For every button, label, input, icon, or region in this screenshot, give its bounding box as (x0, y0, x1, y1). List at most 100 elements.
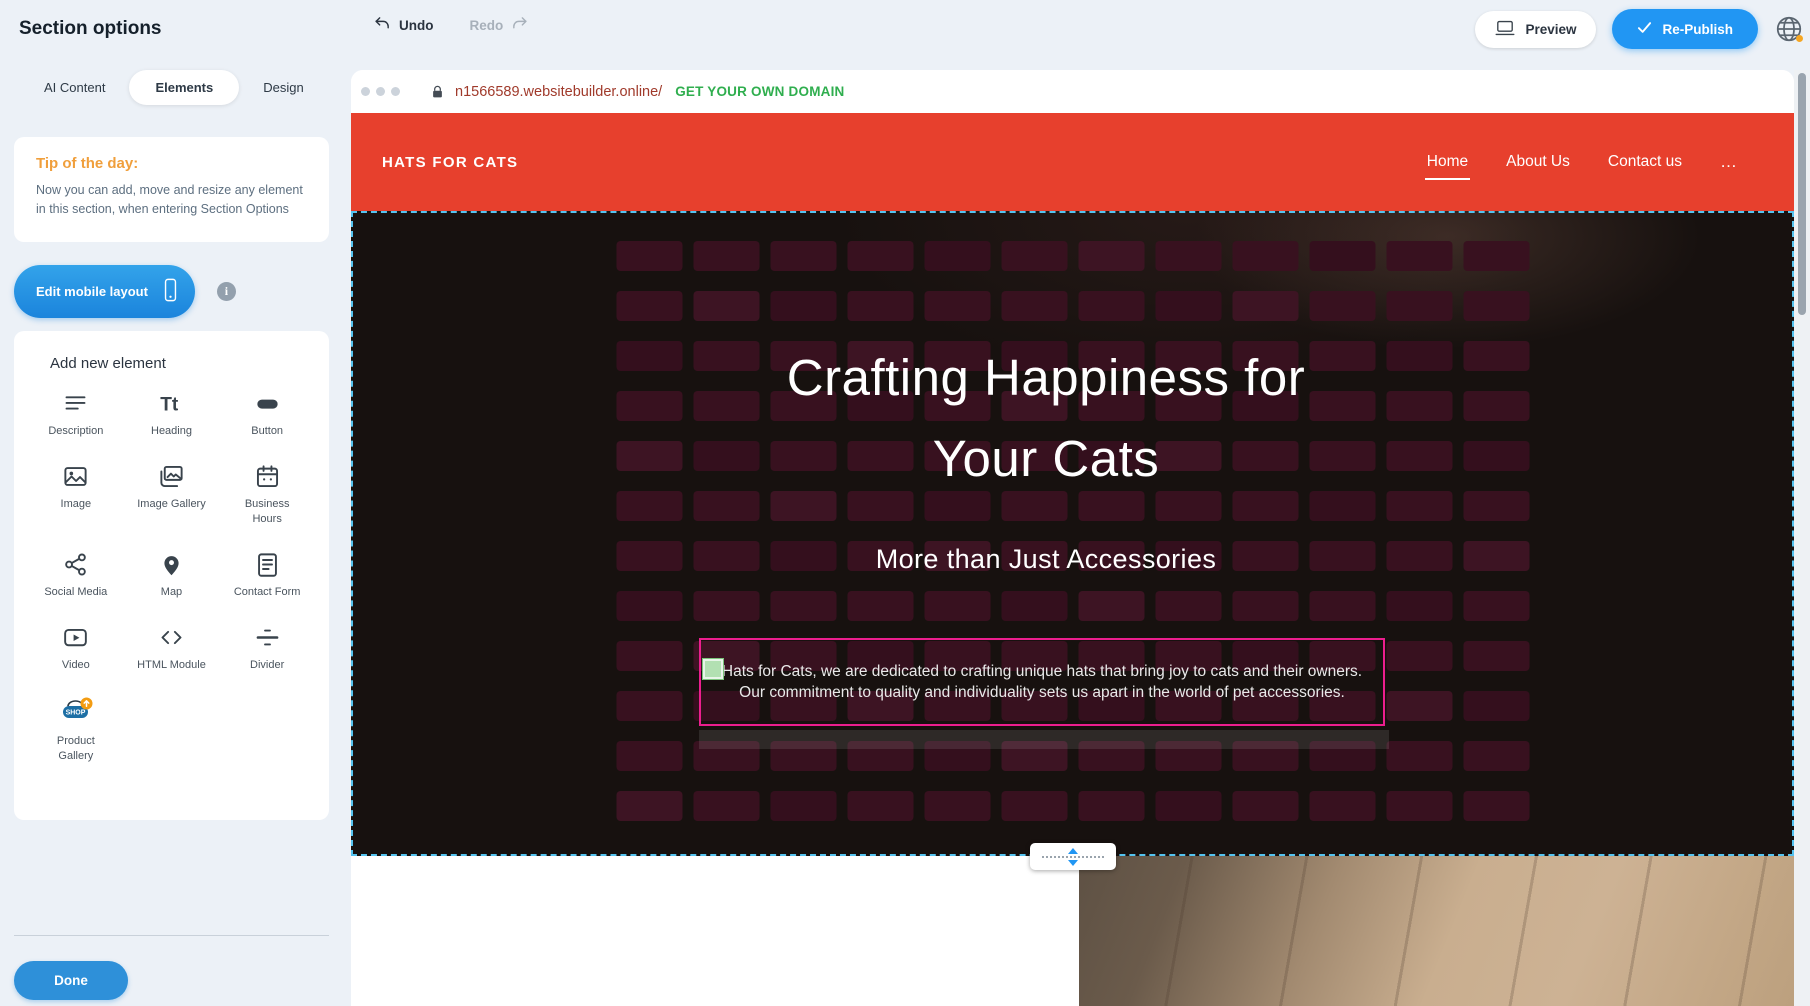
element-product-gallery[interactable]: SHOP Product Gallery (28, 697, 124, 763)
nav-home[interactable]: Home (1427, 153, 1468, 171)
tab-design[interactable]: Design (257, 72, 309, 103)
tile (1078, 241, 1144, 271)
tile (1309, 591, 1375, 621)
tile (616, 791, 682, 821)
scrollbar-thumb[interactable] (1798, 73, 1806, 315)
tile (1232, 591, 1298, 621)
tile (770, 241, 836, 271)
done-button[interactable]: Done (14, 961, 128, 1000)
preview-button[interactable]: Preview (1475, 11, 1596, 48)
tile (924, 591, 990, 621)
paving-photo[interactable] (1079, 856, 1794, 1006)
drag-handle[interactable] (703, 659, 723, 679)
description-icon (62, 390, 89, 417)
map-pin-icon (158, 551, 185, 578)
tile (1463, 691, 1529, 721)
window-dot (376, 87, 385, 96)
nav-more-icon[interactable]: … (1720, 152, 1738, 172)
tile (1386, 291, 1452, 321)
element-heading[interactable]: Tt Heading (124, 390, 220, 438)
element-divider[interactable]: Divider (219, 624, 315, 672)
section-resize-handle[interactable] (1030, 843, 1116, 870)
site-header: HATS FOR CATS Home About Us Contact us … (351, 113, 1794, 211)
redo-button[interactable]: Redo (470, 15, 529, 35)
site-nav: Home About Us Contact us … (1427, 152, 1738, 172)
tile (1001, 241, 1067, 271)
tile (1078, 591, 1144, 621)
window-control-dots (361, 87, 400, 96)
tile (770, 291, 836, 321)
tile (1463, 641, 1529, 671)
tile (1155, 591, 1221, 621)
tip-of-the-day-card: Tip of the day: Now you can add, move an… (14, 137, 329, 242)
next-section-blank[interactable] (351, 856, 1079, 1006)
element-hover-highlight (699, 730, 1389, 749)
divider-icon (254, 624, 281, 651)
tile (616, 641, 682, 671)
sidebar-divider (14, 935, 329, 936)
element-image[interactable]: Image (28, 463, 124, 526)
tile (847, 291, 913, 321)
monitor-icon (1495, 20, 1515, 39)
nav-about-us[interactable]: About Us (1506, 153, 1570, 171)
window-dot (361, 87, 370, 96)
edit-mobile-layout-button[interactable]: Edit mobile layout (14, 265, 195, 318)
element-map[interactable]: Map (124, 551, 220, 599)
edit-mobile-label: Edit mobile layout (36, 284, 148, 299)
arrow-up-icon (1068, 848, 1078, 854)
lock-icon (430, 84, 445, 100)
get-domain-link[interactable]: GET YOUR OWN DOMAIN (675, 84, 844, 99)
hero-heading-line2: Your Cats (351, 418, 1741, 499)
element-contact-form[interactable]: Contact Form (219, 551, 315, 599)
tile (1155, 291, 1221, 321)
edit-mobile-row: Edit mobile layout i (14, 265, 236, 318)
tile (1463, 791, 1529, 821)
info-icon[interactable]: i (217, 282, 236, 301)
product-gallery-shop-icon: SHOP (59, 697, 93, 727)
element-grid: Description Tt Heading Button Image Imag… (28, 390, 315, 763)
tile (1386, 741, 1452, 771)
republish-button[interactable]: Re-Publish (1612, 9, 1758, 49)
tile (1386, 691, 1452, 721)
undo-icon (374, 15, 391, 35)
element-html-module[interactable]: HTML Module (124, 624, 220, 672)
notification-dot (1796, 35, 1803, 42)
hero-subheading[interactable]: More than Just Accessories (351, 544, 1741, 575)
element-image-gallery[interactable]: Image Gallery (124, 463, 220, 526)
undo-button[interactable]: Undo (374, 15, 434, 35)
topbar-actions: Preview Re-Publish (1475, 9, 1804, 49)
tile (1078, 791, 1144, 821)
tile (1001, 591, 1067, 621)
tile (616, 591, 682, 621)
dotted-line (1042, 856, 1104, 858)
business-hours-icon (254, 463, 281, 490)
hero-heading[interactable]: Crafting Happiness for Your Cats (351, 337, 1741, 499)
add-element-title: Add new element (50, 355, 315, 372)
page-scrollbar[interactable] (1794, 70, 1810, 1006)
site-preview-window: n1566589.websitebuilder.online/ GET YOUR… (351, 70, 1794, 1006)
tip-body: Now you can add, move and resize any ele… (36, 181, 307, 220)
site-url: n1566589.websitebuilder.online/ (455, 84, 662, 100)
hero-section-selected[interactable]: Crafting Happiness for Your Cats More th… (351, 211, 1794, 856)
element-social-media[interactable]: Social Media (28, 551, 124, 599)
element-description[interactable]: Description (28, 390, 124, 438)
tab-elements[interactable]: Elements (129, 70, 239, 105)
tab-ai-content[interactable]: AI Content (38, 72, 111, 103)
element-business-hours[interactable]: Business Hours (219, 463, 315, 526)
tile (1309, 291, 1375, 321)
tile (616, 241, 682, 271)
undo-label: Undo (399, 18, 434, 33)
element-video[interactable]: Video (28, 624, 124, 672)
heading-icon: Tt (158, 390, 185, 417)
element-button[interactable]: Button (219, 390, 315, 438)
tile (1232, 241, 1298, 271)
tile (1463, 591, 1529, 621)
preview-label: Preview (1525, 22, 1576, 37)
browser-chrome-bar: n1566589.websitebuilder.online/ GET YOUR… (351, 70, 1794, 113)
language-globe-button[interactable] (1774, 14, 1804, 44)
site-logo[interactable]: HATS FOR CATS (382, 154, 518, 171)
hero-paragraph: Hats for Cats, we are dedicated to craft… (708, 661, 1376, 703)
nav-contact-us[interactable]: Contact us (1608, 153, 1682, 171)
tile (616, 691, 682, 721)
paragraph-element-selected[interactable]: Hats for Cats, we are dedicated to craft… (699, 638, 1385, 726)
